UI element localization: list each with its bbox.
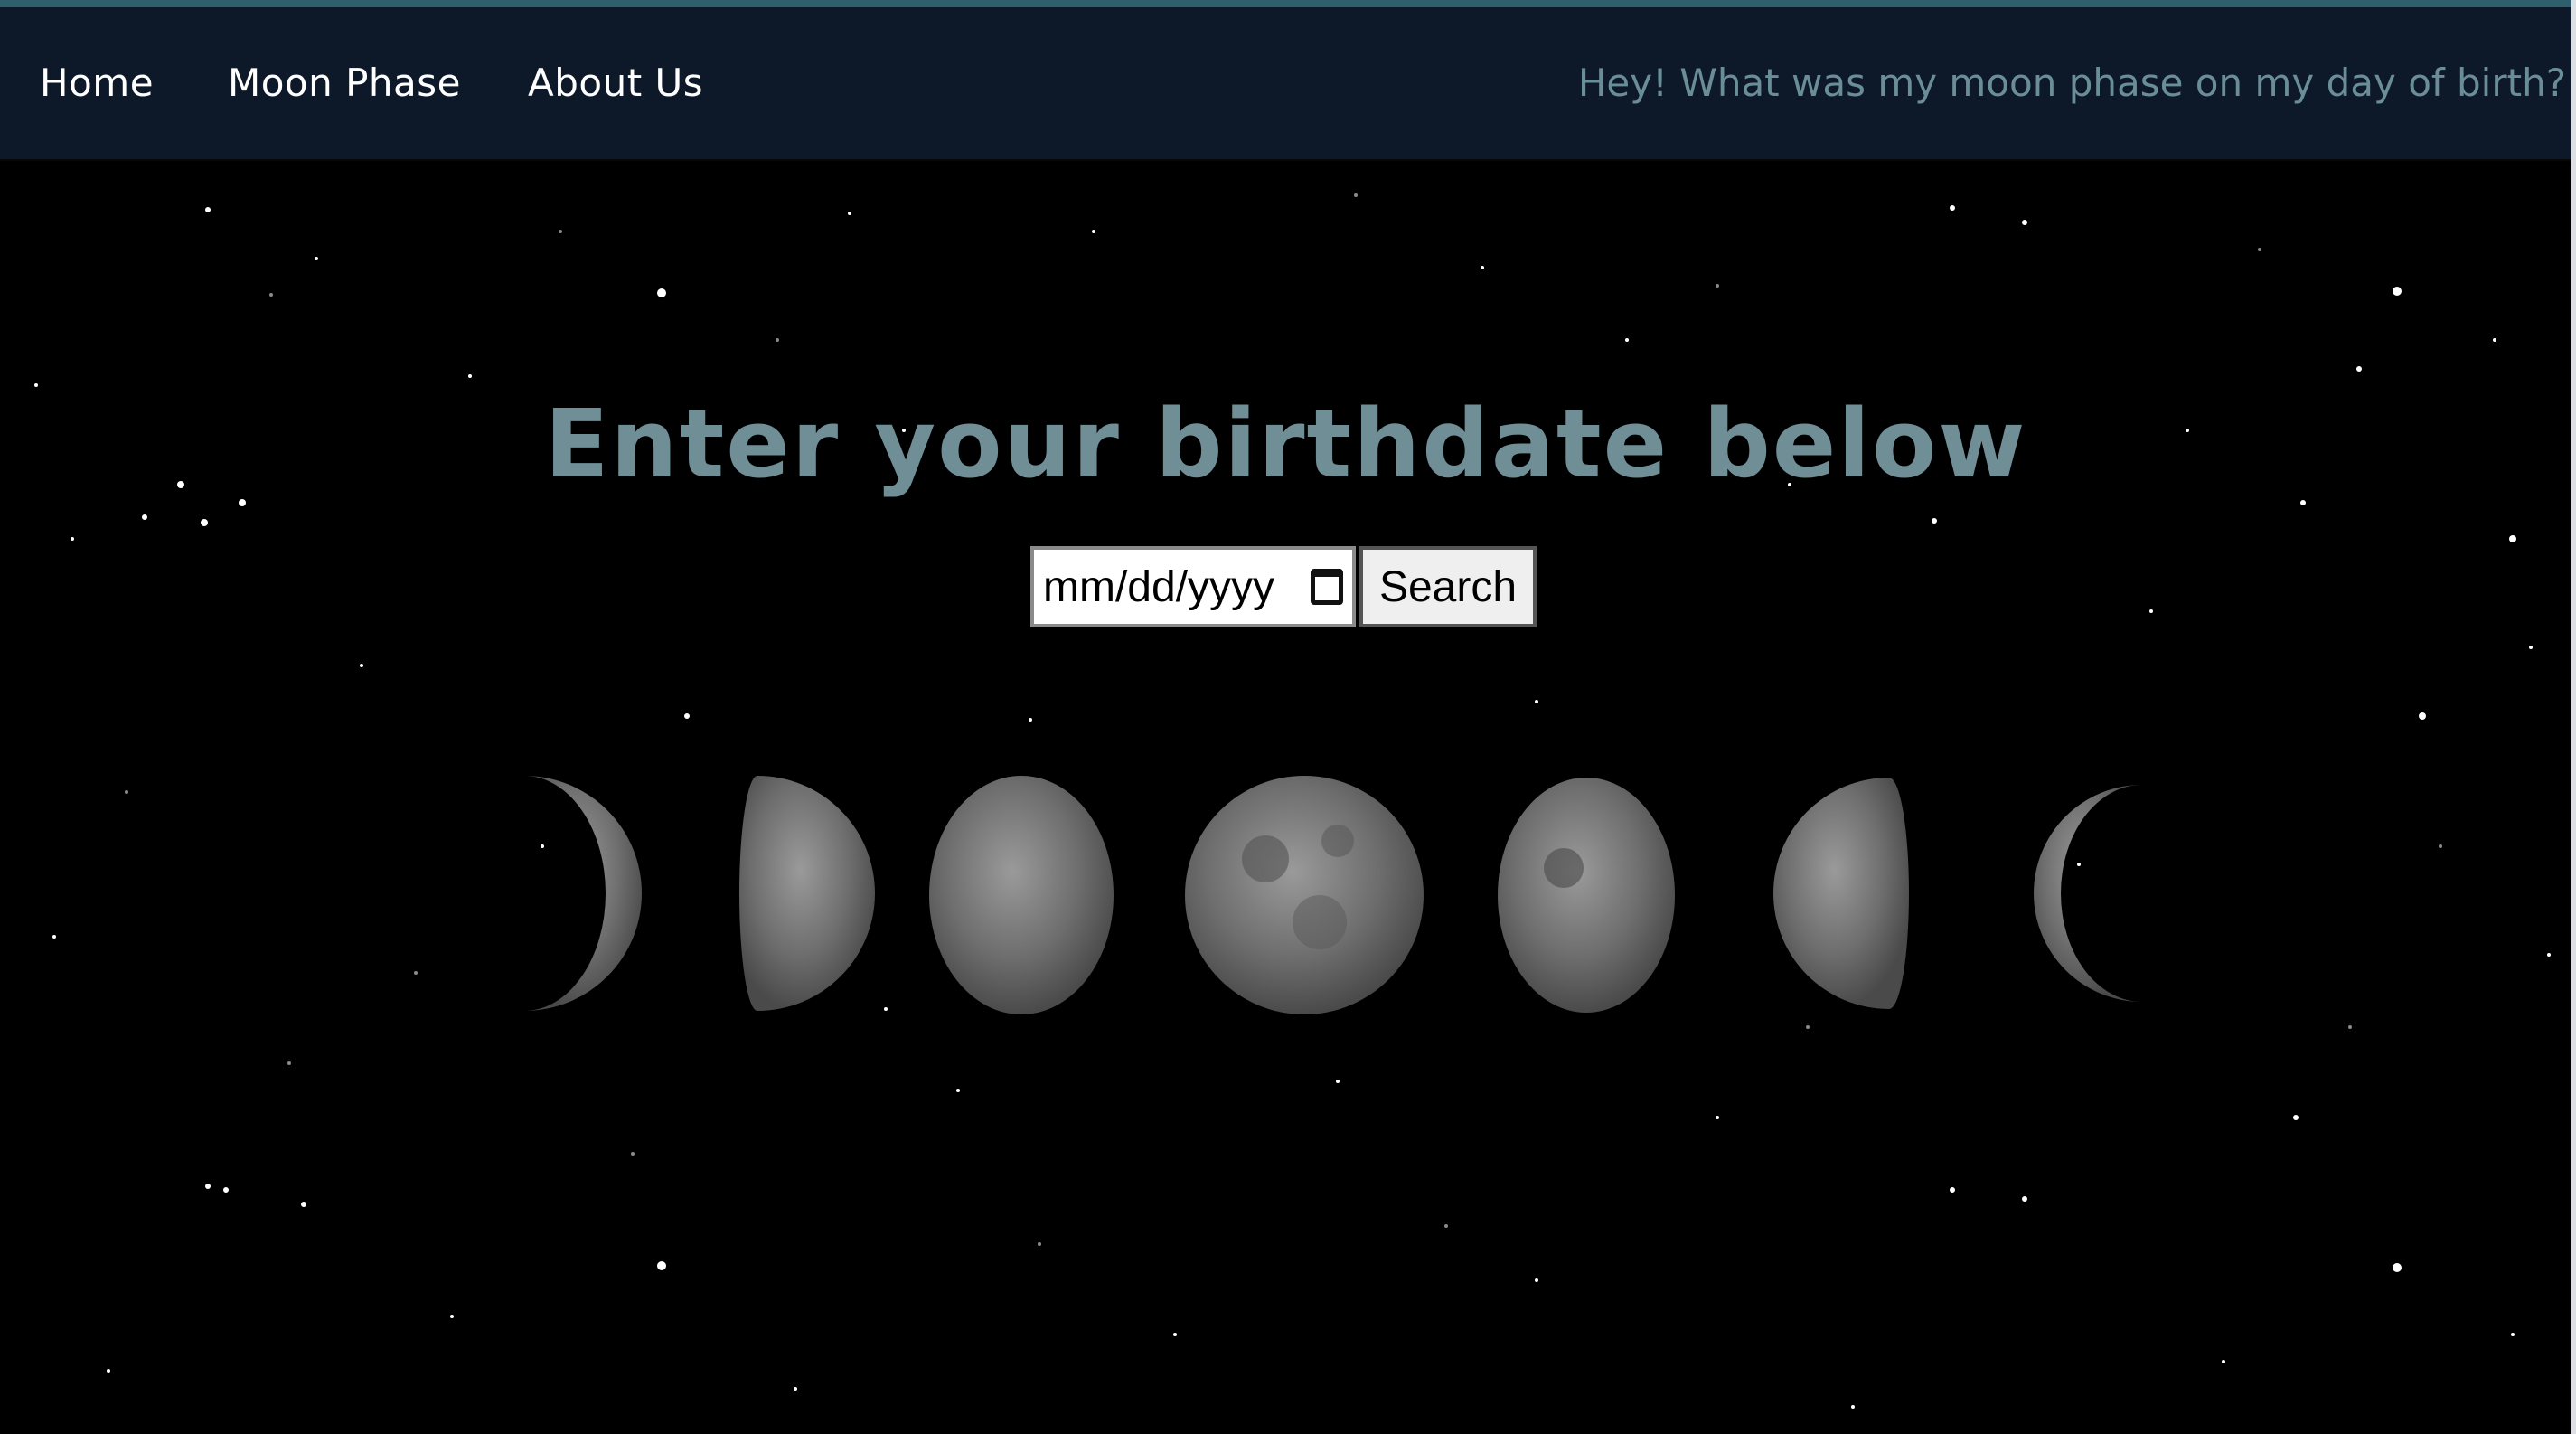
moon-waxing-gibbous bbox=[929, 776, 1114, 1014]
calendar-icon[interactable] bbox=[1311, 569, 1343, 605]
moon-waning-crescent bbox=[2034, 785, 2142, 1002]
search-button[interactable]: Search bbox=[1359, 546, 1537, 627]
moon-phases-image bbox=[524, 776, 2142, 1014]
birthdate-placeholder: mm/dd/yyyy bbox=[1043, 562, 1275, 611]
moon-last-quarter bbox=[1773, 778, 1909, 1009]
window-edge bbox=[2571, 0, 2576, 1434]
page-heading: Enter your birthdate below bbox=[544, 388, 2027, 499]
nav-home-link[interactable]: Home bbox=[40, 7, 154, 159]
birthdate-form: mm/dd/yyyy Search bbox=[1030, 546, 1537, 627]
nav-tagline: Hey! What was my moon phase on my day of… bbox=[1577, 61, 2566, 105]
birthdate-input[interactable]: mm/dd/yyyy bbox=[1030, 546, 1356, 627]
top-accent-bar bbox=[0, 0, 2576, 7]
navbar: Home Moon Phase About Us Hey! What was m… bbox=[0, 7, 2571, 159]
nav-moon-phase-link[interactable]: Moon Phase bbox=[228, 7, 461, 159]
nav-about-link[interactable]: About Us bbox=[528, 7, 703, 159]
moon-waning-gibbous bbox=[1498, 778, 1675, 1013]
moon-first-quarter bbox=[739, 776, 875, 1011]
moon-full bbox=[1185, 776, 1424, 1014]
moon-waxing-crescent bbox=[524, 776, 642, 1011]
